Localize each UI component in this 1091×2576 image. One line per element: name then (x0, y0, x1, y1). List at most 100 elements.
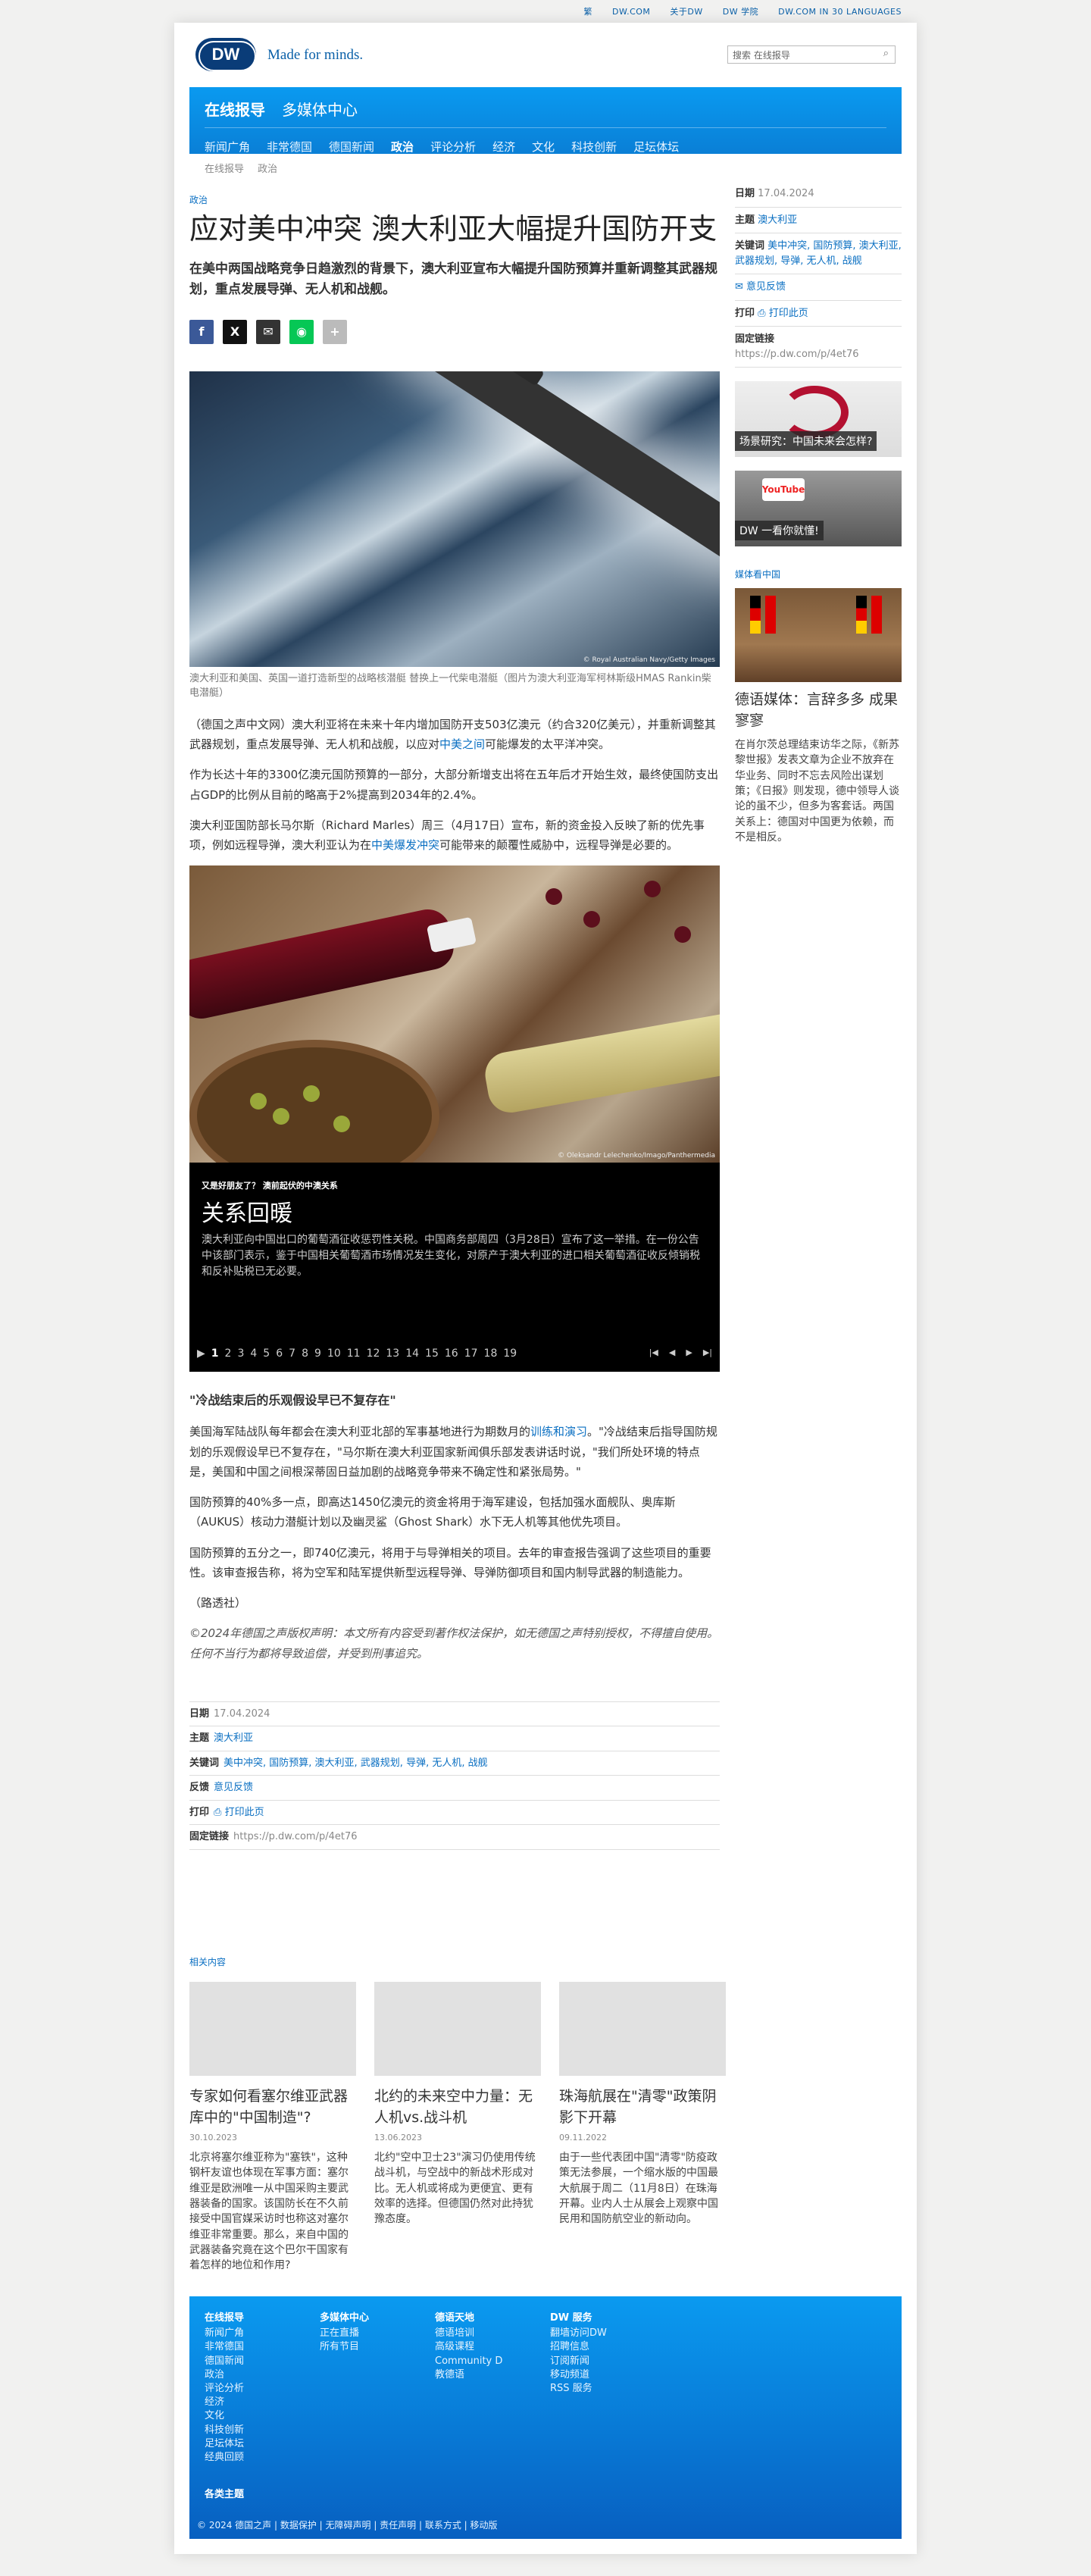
footer-link[interactable]: 德语培训 (435, 2327, 550, 2340)
nav-item-tech[interactable]: 科技创新 (571, 139, 617, 155)
footer-copyright[interactable]: © 2024 德国之声 | 数据保护 | 无障碍声明 | 责任声明 | 联系方式… (197, 2518, 498, 2531)
gallery-page[interactable]: 18 (484, 1347, 498, 1360)
gallery-page[interactable]: 19 (503, 1347, 517, 1360)
next-icon[interactable]: ▶ (686, 1347, 692, 1360)
media-image[interactable] (735, 588, 902, 682)
gallery-page[interactable]: 8 (302, 1347, 308, 1360)
sidebar-print-link[interactable]: ⎙ 打印此页 (758, 308, 808, 319)
line-icon[interactable]: ◉ (289, 319, 314, 344)
play-icon[interactable]: ▶ (197, 1347, 205, 1360)
gallery-page[interactable]: 17 (464, 1347, 478, 1360)
facebook-icon[interactable]: f (189, 319, 214, 344)
gallery-page[interactable]: 9 (314, 1347, 321, 1360)
gallery-page[interactable]: 10 (327, 1347, 341, 1360)
footer-link[interactable]: 文化 (205, 2409, 320, 2423)
gallery-page[interactable]: 12 (367, 1347, 380, 1360)
related-title[interactable]: 专家如何看塞尔维亚武器库中的"中国制造"? (189, 2086, 356, 2128)
nav-multimedia[interactable]: 多媒体中心 (282, 98, 358, 120)
promo-youtube[interactable]: YouTube DW 一看你就懂! (735, 471, 902, 546)
footer-heading[interactable]: 在线报导 (205, 2312, 320, 2325)
gallery-page[interactable]: 13 (386, 1347, 399, 1360)
mail-icon[interactable]: ✉ (256, 319, 280, 344)
sidebar-permalink[interactable]: https://p.dw.com/p/4et76 (735, 349, 859, 360)
feedback-link[interactable]: 意见反馈 (214, 1782, 253, 1793)
gallery-page[interactable]: 6 (276, 1347, 283, 1360)
footer-link[interactable]: Community D (435, 2355, 550, 2368)
gallery-page[interactable]: 14 (405, 1347, 419, 1360)
sidebar-topic-link[interactable]: 澳大利亚 (758, 214, 797, 226)
footer-link[interactable]: RSS 服务 (550, 2382, 665, 2396)
footer-link[interactable]: 移动频道 (550, 2368, 665, 2382)
search-icon[interactable]: ⌕ (883, 48, 889, 59)
first-icon[interactable]: |◀ (649, 1347, 658, 1360)
nav-item-news[interactable]: 新闻广角 (205, 139, 250, 155)
topbar-link-languages[interactable]: DW.COM IN 30 LANGUAGES (778, 7, 902, 17)
nav-item-sports[interactable]: 足坛体坛 (633, 139, 679, 155)
gallery-page[interactable]: 1 (211, 1347, 219, 1360)
footer-link[interactable]: 高级课程 (435, 2340, 550, 2354)
footer-heading[interactable]: 德语天地 (435, 2312, 550, 2325)
last-icon[interactable]: ▶| (703, 1347, 712, 1360)
inline-link[interactable]: 训练和演习 (530, 1425, 587, 1438)
nav-online[interactable]: 在线报导 (205, 98, 265, 120)
nav-item-politics[interactable]: 政治 (391, 139, 414, 155)
footer-link[interactable]: 教德语 (435, 2368, 550, 2382)
breadcrumb-item[interactable]: 在线报导 (205, 164, 244, 175)
footer-topics-link[interactable]: 各类主题 (205, 2486, 244, 2500)
gallery-page[interactable]: 11 (347, 1347, 361, 1360)
topbar-link-academy[interactable]: DW 学院 (723, 5, 758, 17)
related-title[interactable]: 北约的未来空中力量：无人机vs.战斗机 (374, 2086, 541, 2128)
related-card[interactable]: 珠海航展在"清零"政策阴影下开幕 09.11.2022 由于一些代表团中国"清零… (559, 1982, 726, 2273)
nav-item-economy[interactable]: 经济 (492, 139, 515, 155)
x-icon[interactable]: X (223, 319, 247, 344)
dw-logo[interactable]: DW (195, 38, 256, 71)
search-input[interactable]: 搜索 在线报导 ⌕ (727, 45, 896, 64)
footer-link[interactable]: 经济 (205, 2396, 320, 2409)
footer-link[interactable]: 新闻广角 (205, 2327, 320, 2340)
gallery-page[interactable]: 15 (425, 1347, 439, 1360)
article-kicker[interactable]: 政治 (189, 193, 720, 206)
related-card[interactable]: 北约的未来空中力量：无人机vs.战斗机 13.06.2023 北约"空中卫士23… (374, 1982, 541, 2273)
nav-item-german-news[interactable]: 德国新闻 (329, 139, 374, 155)
footer-link[interactable]: 订阅新闻 (550, 2355, 665, 2368)
footer-link[interactable]: 招聘信息 (550, 2340, 665, 2354)
gallery-page[interactable]: 3 (237, 1347, 244, 1360)
footer-link[interactable]: 翻墙访问DW (550, 2327, 665, 2340)
breadcrumb-item[interactable]: 政治 (258, 164, 277, 175)
prev-icon[interactable]: ◀ (669, 1347, 675, 1360)
gallery-page[interactable]: 2 (225, 1347, 232, 1360)
meta-topic-link[interactable]: 澳大利亚 (214, 1732, 253, 1744)
footer-heading[interactable]: 多媒体中心 (320, 2312, 435, 2325)
footer-link[interactable]: 非常德国 (205, 2340, 320, 2354)
nav-item-culture[interactable]: 文化 (532, 139, 555, 155)
media-title[interactable]: 德语媒体：言辞多多 成果寥寥 (735, 690, 902, 731)
footer-heading[interactable]: DW 服务 (550, 2312, 665, 2325)
topbar-link-dwcom[interactable]: DW.COM (612, 7, 650, 17)
nav-item-commentary[interactable]: 评论分析 (430, 139, 476, 155)
gallery-page[interactable]: 7 (289, 1347, 295, 1360)
footer-link[interactable]: 评论分析 (205, 2382, 320, 2396)
related-card[interactable]: 专家如何看塞尔维亚武器库中的"中国制造"? 30.10.2023 北京将塞尔维亚… (189, 1982, 356, 2273)
gallery-page[interactable]: 4 (250, 1347, 257, 1360)
print-link[interactable]: ⎙ 打印此页 (214, 1807, 264, 1818)
footer-link[interactable]: 政治 (205, 2368, 320, 2382)
footer-link[interactable]: 足坛体坛 (205, 2437, 320, 2451)
nav-item-germany[interactable]: 非常德国 (267, 139, 312, 155)
more-share-icon[interactable]: + (323, 319, 347, 344)
inline-link[interactable]: 中美爆发冲突 (371, 838, 439, 852)
footer-link[interactable]: 所有节目 (320, 2340, 435, 2354)
permalink[interactable]: https://p.dw.com/p/4et76 (233, 1831, 358, 1842)
footer-link[interactable]: 科技创新 (205, 2424, 320, 2437)
footer-link[interactable]: 正在直播 (320, 2327, 435, 2340)
footer-link[interactable]: 德国新闻 (205, 2355, 320, 2368)
gallery-page[interactable]: 16 (445, 1347, 458, 1360)
meta-keywords-link[interactable]: 美中冲突, 国防预算, 澳大利亚, 武器规划, 导弹, 无人机, 战舰 (224, 1758, 488, 1769)
footer-link[interactable]: 经典回顾 (205, 2451, 320, 2465)
promo-china-future[interactable]: 场景研究：中国未来会怎样? (735, 381, 902, 457)
gallery-page[interactable]: 5 (263, 1347, 270, 1360)
photo-gallery[interactable]: © Oleksandr Lelechenko/Imago/Panthermedi… (189, 865, 720, 1373)
inline-link[interactable]: 中美之间 (439, 737, 485, 751)
topbar-link-traditional[interactable]: 繁 (584, 5, 593, 17)
sidebar-feedback-link[interactable]: ✉ 意见反馈 (735, 281, 786, 293)
topbar-link-about[interactable]: 关于DW (670, 5, 702, 17)
